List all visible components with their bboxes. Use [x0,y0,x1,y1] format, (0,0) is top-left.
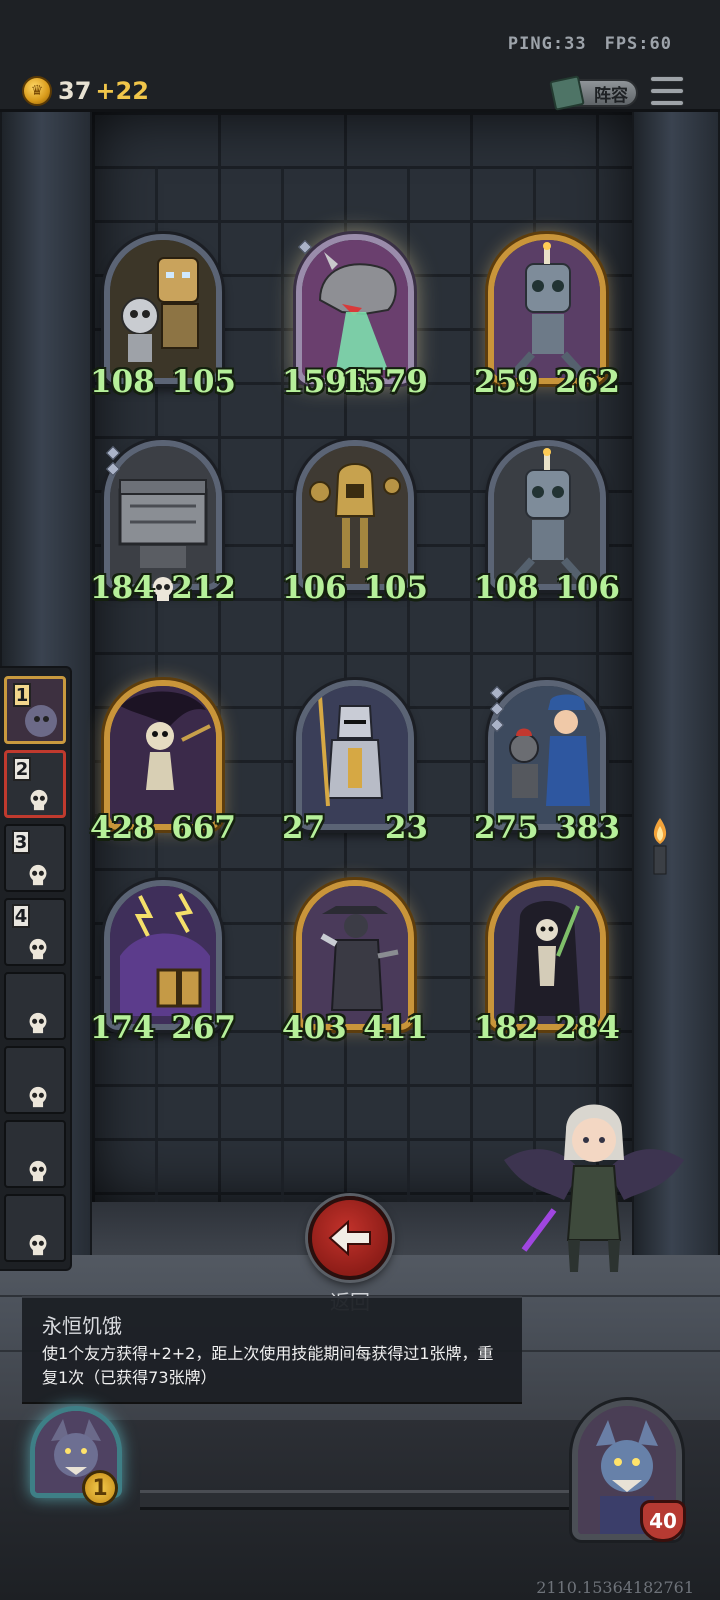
minion-card[interactable]: 259 262 [474,234,620,400]
opponent-slot[interactable] [4,1120,66,1188]
treasure-mimic-art [110,886,216,1024]
health-value: 105 [363,570,428,606]
attack-value: 174 [90,1010,155,1046]
minion-card[interactable]: 108 105 [90,234,236,400]
top-hud: PING:33 FPS:60 ♛ 37 +22 阵容 [0,0,720,112]
attack-value: 275 [474,810,539,846]
slot-number: 2 [13,757,31,781]
minion-card[interactable]: 182 284 [474,880,620,1046]
health-value: 383 [555,810,620,846]
dragon-breath-art [302,240,408,378]
gold-amount: 37 [58,77,92,105]
crown-coin-icon: ♛ [22,76,52,106]
health-value: 267 [171,1010,236,1046]
attack-value: 403 [282,1010,347,1046]
skull-icon [30,789,48,811]
ping-readout: PING:33 [507,34,587,54]
lineup-label: 阵容 [594,85,628,106]
opponent-health-badge: 40 [640,1500,686,1542]
attack-value: 108 [90,364,155,400]
skeleton-reaper-art [110,686,216,824]
brass-robot-art [302,446,408,584]
opponent-slot[interactable] [4,1194,66,1262]
menu-icon[interactable] [650,76,684,106]
skull-icon [29,1012,47,1034]
slot-number: 4 [12,904,30,928]
skull-icon [29,1160,47,1182]
attack-value: 259 [474,364,539,400]
minion-card[interactable]: 1596 1579 [282,234,428,400]
gold-income: +22 [95,77,149,105]
health-value: 667 [171,810,236,846]
attack-value: 106 [282,570,347,606]
match-seed: 2110.15364182761 [536,1578,694,1597]
opponent-portrait-icon [25,705,57,737]
torch-icon [653,818,667,875]
opponent-slot[interactable] [4,972,66,1040]
robot-duo-art [110,240,216,378]
minion-card[interactable]: 403 411 [282,880,428,1046]
health-value: 1579 [341,364,428,400]
opponent-slot[interactable]: 2 [4,750,66,818]
minion-card[interactable]: 275 383 [474,680,620,846]
skull-icon [29,1086,47,1108]
gunslinger-art [302,886,408,1024]
skull-icon [29,864,47,886]
minion-card[interactable]: 184 212 [90,440,236,606]
attack-value: 27 [282,810,326,846]
opponent-slot[interactable]: 1 [4,676,66,744]
minion-card[interactable]: 106 105 [282,440,428,606]
book-icon [549,75,585,111]
metal-crate-art [110,446,216,584]
attack-value: 184 [90,570,155,606]
hero-character [504,1104,684,1272]
attack-value: 182 [474,1010,539,1046]
health-value: 262 [555,364,620,400]
skull-icon [29,1234,47,1256]
skill-tooltip: 永恒饥饿 使1个友方获得+2+2，距上次使用技能期间每获得过1张牌，重复1次（已… [22,1296,522,1404]
opponent-slot[interactable]: 3 [4,824,66,892]
health-value: 212 [171,570,236,606]
health-value: 284 [555,1010,620,1046]
mechanic-girl-art [494,686,600,824]
grim-reaper-art [494,886,600,1024]
minion-card[interactable]: 428 667 [90,680,236,846]
gold-display: ♛ 37 +22 [22,76,149,106]
opponent-slot[interactable]: 4 [4,898,66,966]
minion-card[interactable]: 27 23 [282,680,428,846]
opponent-slot[interactable] [4,1046,66,1114]
back-button[interactable] [308,1196,392,1280]
arrow-left-icon [328,1220,371,1256]
health-value: 23 [384,810,428,846]
network-stats: PING:33 FPS:60 [490,34,672,54]
player-level-badge: 1 [82,1470,118,1506]
health-value: 411 [363,1010,428,1046]
bottom-rail [140,1490,580,1510]
candle-robot-art [494,240,600,378]
skill-title: 永恒饥饿 [42,1314,122,1338]
minion-card[interactable]: 174 267 [90,880,236,1046]
health-value: 105 [171,364,236,400]
attack-value: 108 [474,570,539,606]
lineup-button[interactable]: 阵容 [549,75,638,111]
minion-card[interactable]: 108 106 [474,440,620,606]
candle-robot-2-art [494,446,600,584]
slot-number: 3 [12,830,30,854]
skull-icon [29,938,47,960]
skill-description: 使1个友方获得+2+2，距上次使用技能期间每获得过1张牌，重复1次（已获得73张… [42,1344,494,1387]
health-value: 106 [555,570,620,606]
armored-knight-art [302,686,408,824]
fps-readout: FPS:60 [604,34,672,54]
opponent-sidebar: 1 2 3 4 [0,666,72,1271]
attack-value: 428 [90,810,155,846]
